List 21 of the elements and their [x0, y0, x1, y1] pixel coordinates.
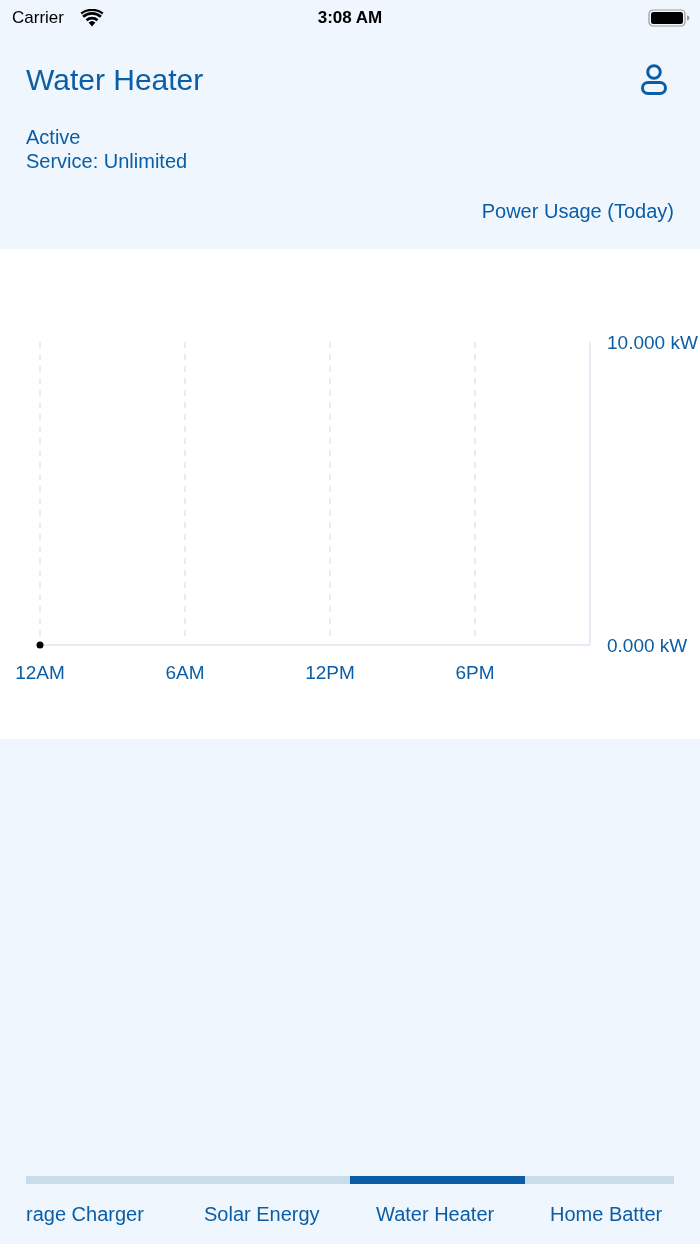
status-text: Active — [26, 125, 81, 149]
chart-title: Power Usage (Today) — [481, 199, 674, 223]
x-tick-label: 12AM — [15, 662, 65, 683]
battery-icon — [648, 9, 690, 27]
page-title: Water Heater — [26, 63, 204, 97]
x-tick-label: 12PM — [305, 662, 355, 683]
tab[interactable]: Water Heater — [350, 1176, 525, 1232]
tab[interactable]: Home Batter — [525, 1176, 674, 1232]
y-tick-label: 0.000 kW — [607, 634, 688, 656]
x-tick-label: 6AM — [165, 662, 205, 683]
person-icon — [641, 64, 667, 96]
profile-button[interactable] — [640, 63, 668, 97]
carrier-label: Carrier — [12, 7, 64, 30]
tab[interactable]: rage Charger — [26, 1176, 175, 1232]
wifi-icon — [79, 9, 104, 27]
status-time: 3:08 AM — [317, 7, 383, 30]
data-point — [36, 641, 44, 649]
y-tick-label: 10.000 kW — [607, 331, 698, 353]
service-text: Service: Unlimited — [26, 149, 188, 173]
tab[interactable]: Solar Energy — [175, 1176, 350, 1232]
x-tick-label: 6PM — [455, 662, 495, 683]
